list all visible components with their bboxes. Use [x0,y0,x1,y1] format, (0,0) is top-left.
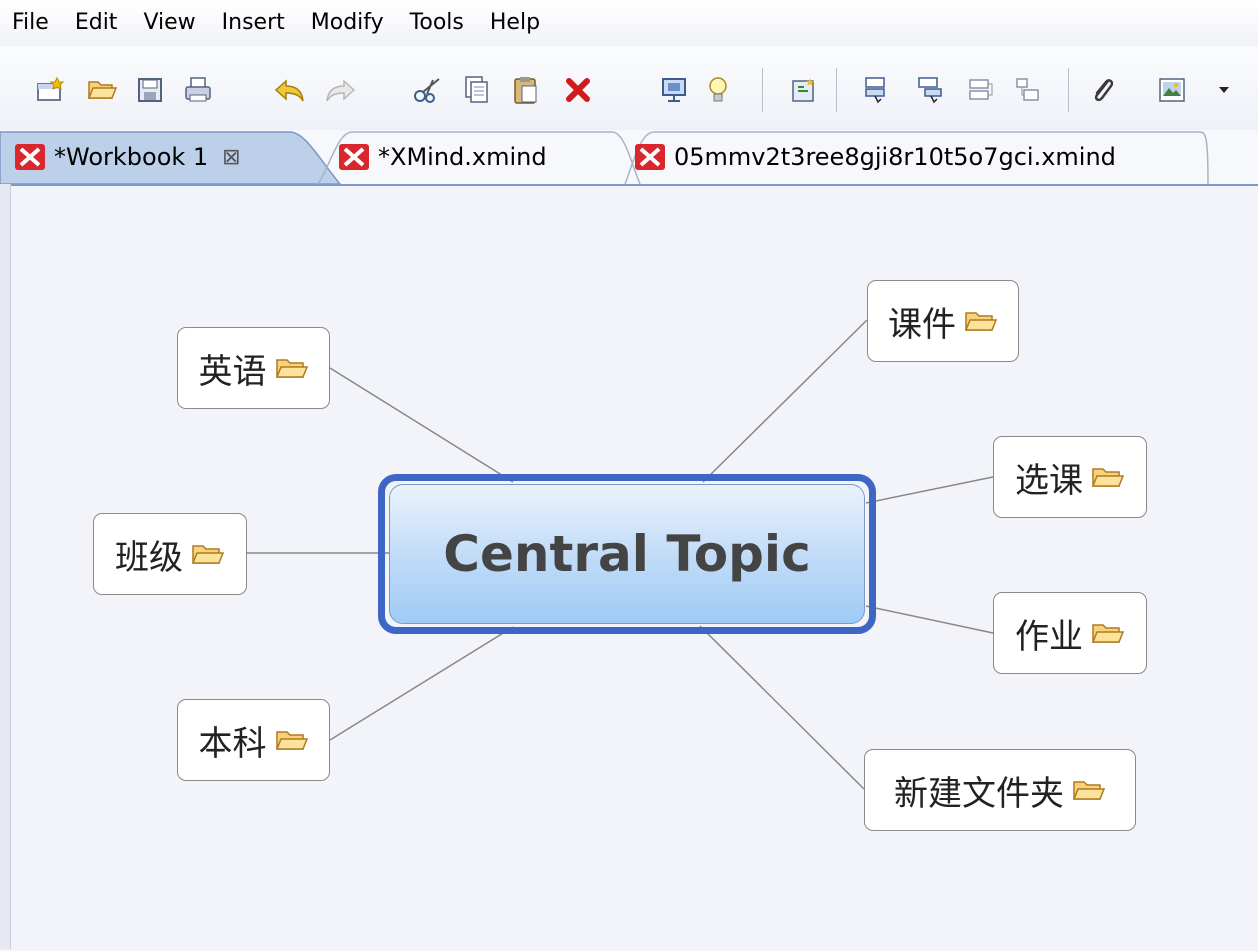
link-kejian [702,319,868,483]
topic-label: 班级 [115,537,183,578]
folder-icon[interactable] [964,309,998,333]
folder-icon[interactable] [275,728,309,752]
central-topic[interactable]: Central Topic [389,484,865,624]
link-xuanke [865,476,994,504]
folder-icon[interactable] [191,542,225,566]
topic-benke[interactable]: 本科 [177,699,330,781]
topic-yingyu[interactable]: 英语 [177,327,330,409]
folder-icon[interactable] [1091,465,1125,489]
topic-banji[interactable]: 班级 [93,513,247,595]
topic-kejian[interactable]: 课件 [867,280,1019,362]
link-xinjian [699,625,865,790]
topic-label: 课件 [888,304,956,345]
folder-icon[interactable] [1091,621,1125,645]
topic-xinjian[interactable]: 新建文件夹 [864,749,1136,831]
topic-xuanke[interactable]: 选课 [993,436,1147,518]
link-benke [329,626,514,741]
topic-label: 作业 [1015,616,1083,657]
folder-icon[interactable] [1072,778,1106,802]
topic-zuoye[interactable]: 作业 [993,592,1147,674]
topic-label: 本科 [198,723,267,764]
folder-icon[interactable] [275,356,309,380]
topic-label: 选课 [1015,460,1083,501]
link-yingyu [329,367,514,483]
topic-label: 英语 [198,351,267,392]
link-zuoye [865,605,994,634]
topic-label: 新建文件夹 [894,773,1064,814]
